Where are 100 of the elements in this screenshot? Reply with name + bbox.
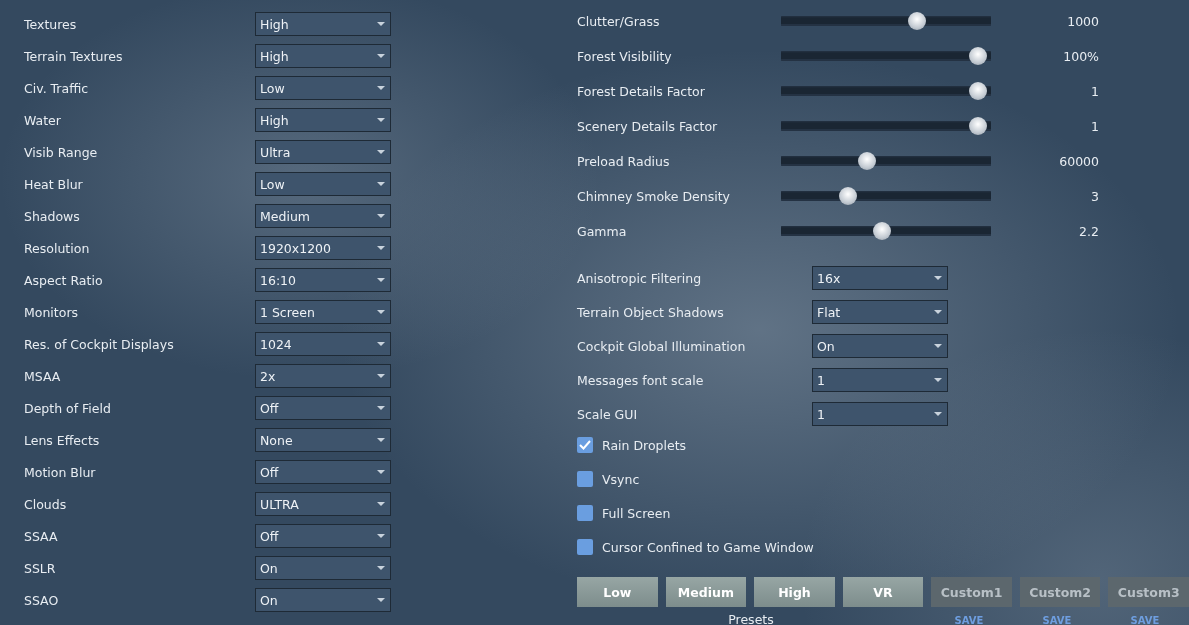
slider-label: Clutter/Grass bbox=[577, 13, 661, 29]
caret-icon bbox=[377, 438, 385, 442]
dropdown[interactable]: Ultra bbox=[255, 140, 391, 164]
dropdown[interactable]: Low bbox=[255, 172, 391, 196]
setting-label: Heat Blur bbox=[24, 176, 84, 192]
slider-label: Scenery Details Factor bbox=[577, 118, 719, 134]
caret-icon bbox=[377, 310, 385, 314]
dropdown[interactable]: On bbox=[255, 556, 391, 580]
setting-label: Textures bbox=[24, 16, 78, 32]
slider-value: 1 bbox=[1090, 83, 1099, 99]
setting-label: Lens Effects bbox=[24, 432, 101, 448]
dropdown[interactable]: Off bbox=[255, 396, 391, 420]
slider-thumb[interactable] bbox=[857, 152, 876, 170]
setting-label: Anisotropic Filtering bbox=[577, 270, 703, 286]
caret-icon bbox=[377, 214, 385, 218]
caret-icon bbox=[934, 276, 942, 280]
setting-label: Depth of Field bbox=[24, 400, 112, 416]
checkbox[interactable] bbox=[577, 539, 593, 555]
dropdown[interactable]: Low bbox=[255, 76, 391, 100]
checkbox[interactable] bbox=[577, 437, 593, 453]
dropdown[interactable]: 1920x1200 bbox=[255, 236, 391, 260]
caret-icon bbox=[934, 310, 942, 314]
dropdown[interactable]: None bbox=[255, 428, 391, 452]
slider-thumb[interactable] bbox=[969, 47, 988, 65]
caret-icon bbox=[934, 344, 942, 348]
checkbox[interactable] bbox=[577, 471, 593, 487]
presets-caption: Presets bbox=[727, 612, 775, 625]
slider-label: Forest Visibility bbox=[577, 48, 673, 64]
setting-label: Res. of Cockpit Displays bbox=[24, 336, 175, 352]
setting-label: SSAO bbox=[24, 592, 60, 608]
checkbox[interactable] bbox=[577, 505, 593, 521]
slider-thumb[interactable] bbox=[969, 117, 988, 135]
dropdown[interactable]: High bbox=[255, 108, 391, 132]
dropdown[interactable]: 1 Screen bbox=[255, 300, 391, 324]
caret-icon bbox=[377, 502, 385, 506]
setting-label: Resolution bbox=[24, 240, 91, 256]
slider-value: 1 bbox=[1090, 118, 1099, 134]
caret-icon bbox=[377, 342, 385, 346]
slider-thumb[interactable] bbox=[838, 187, 857, 205]
checkbox-label: Vsync bbox=[602, 471, 640, 487]
slider-label: Forest Details Factor bbox=[577, 83, 706, 99]
caret-icon bbox=[934, 412, 942, 416]
dropdown[interactable]: 16:10 bbox=[255, 268, 391, 292]
setting-label: SSLR bbox=[24, 560, 57, 576]
caret-icon bbox=[377, 150, 385, 154]
setting-label: SSAA bbox=[24, 528, 59, 544]
checkbox-label: Cursor Confined to Game Window bbox=[602, 539, 814, 555]
setting-label: Aspect Ratio bbox=[24, 272, 104, 288]
caret-icon bbox=[377, 54, 385, 58]
setting-label: Scale GUI bbox=[577, 406, 639, 422]
dropdown[interactable]: 1024 bbox=[255, 332, 391, 356]
caret-icon bbox=[377, 406, 385, 410]
slider-label: Gamma bbox=[577, 223, 628, 239]
slider-thumb[interactable] bbox=[907, 12, 926, 30]
slider-label: Chimney Smoke Density bbox=[577, 188, 732, 204]
setting-label: Monitors bbox=[24, 304, 80, 320]
dropdown[interactable]: Off bbox=[255, 524, 391, 548]
slider-label: Preload Radius bbox=[577, 153, 671, 169]
caret-icon bbox=[377, 598, 385, 602]
dropdown[interactable]: 16x bbox=[812, 266, 948, 290]
dropdown[interactable]: On bbox=[255, 588, 391, 612]
caret-icon bbox=[377, 246, 385, 250]
caret-icon bbox=[377, 22, 385, 26]
caret-icon bbox=[377, 566, 385, 570]
slider-value: 100% bbox=[1062, 48, 1099, 64]
checkbox-label: Full Screen bbox=[602, 505, 671, 521]
slider-value: 60000 bbox=[1058, 153, 1099, 169]
dropdown[interactable]: High bbox=[255, 44, 391, 68]
slider-thumb[interactable] bbox=[969, 82, 988, 100]
dropdown[interactable]: 1 bbox=[812, 402, 948, 426]
setting-label: Motion Blur bbox=[24, 464, 97, 480]
setting-label: Civ. Traffic bbox=[24, 80, 90, 96]
dropdown[interactable]: ULTRA bbox=[255, 492, 391, 516]
setting-label: Visib Range bbox=[24, 144, 99, 160]
slider-thumb[interactable] bbox=[873, 222, 892, 240]
slider-value: 2.2 bbox=[1078, 223, 1099, 239]
dropdown[interactable]: 1 bbox=[812, 368, 948, 392]
setting-label: Messages font scale bbox=[577, 372, 705, 388]
caret-icon bbox=[377, 470, 385, 474]
dropdown[interactable]: High bbox=[255, 12, 391, 36]
caret-icon bbox=[377, 118, 385, 122]
dropdown[interactable]: Medium bbox=[255, 204, 391, 228]
setting-label: Terrain Textures bbox=[24, 48, 124, 64]
setting-label: Clouds bbox=[24, 496, 68, 512]
caret-icon bbox=[377, 374, 385, 378]
setting-label: Shadows bbox=[24, 208, 81, 224]
dropdown[interactable]: On bbox=[812, 334, 948, 358]
slider-value: 3 bbox=[1090, 188, 1099, 204]
slider-value: 1000 bbox=[1066, 13, 1099, 29]
dropdown[interactable]: 2x bbox=[255, 364, 391, 388]
setting-label: Terrain Object Shadows bbox=[577, 304, 725, 320]
dropdown[interactable]: Flat bbox=[812, 300, 948, 324]
setting-label: Cockpit Global Illumination bbox=[577, 338, 747, 354]
dropdown[interactable]: Off bbox=[255, 460, 391, 484]
caret-icon bbox=[934, 378, 942, 382]
caret-icon bbox=[377, 278, 385, 282]
setting-label: MSAA bbox=[24, 368, 62, 384]
checkbox-label: Rain Droplets bbox=[602, 437, 687, 453]
setting-label: Water bbox=[24, 112, 62, 128]
caret-icon bbox=[377, 534, 385, 538]
